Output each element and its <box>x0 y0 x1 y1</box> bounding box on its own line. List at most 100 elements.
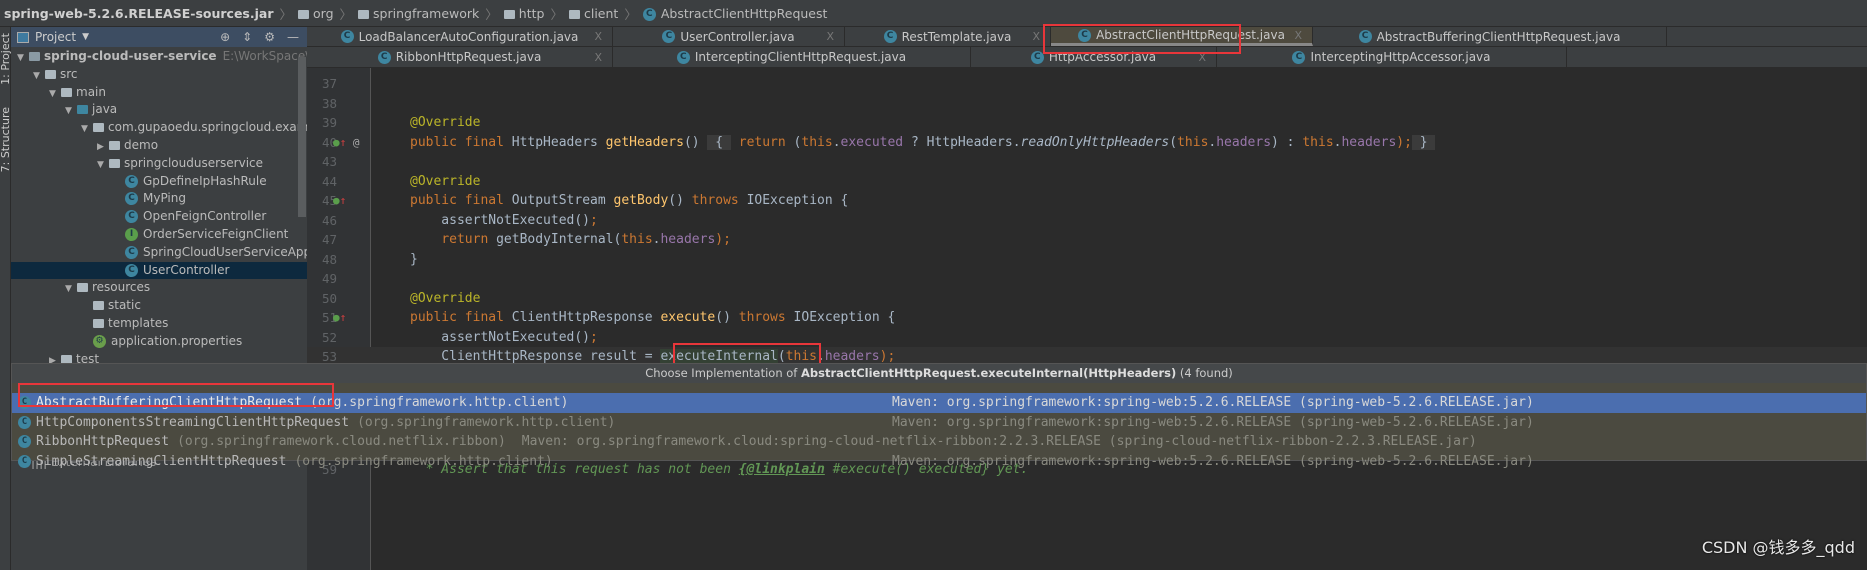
tree-item-templates[interactable]: templates <box>11 315 307 333</box>
tree-item-springclouduserservice[interactable]: ▼ springclouduserservice <box>11 155 307 173</box>
tool-window-strip: 1: Project 7: Structure <box>0 27 12 570</box>
code-line: 40 ●↑ @ public final HttpHeaders getHeader… <box>307 133 1867 153</box>
implementation-package: (org.springframework.cloud.netflix.ribbo… <box>177 434 506 449</box>
class-icon: C <box>662 30 676 43</box>
tree-item-openfeigncontroller[interactable]: C OpenFeignController <box>11 208 307 226</box>
tab-interceptingclienthttprequest[interactable]: C InterceptingClientHttpRequest.java <box>613 47 971 67</box>
locate-icon[interactable]: ⊕ <box>220 30 230 44</box>
tree-item-spring-cloud-user-service[interactable]: ▼ spring-cloud-user-service E:\WorkSpace\G… <box>11 48 374 66</box>
tree-item-com-gupaoedu-springcloud-example[interactable]: ▼ com.gupaoedu.springcloud.example <box>11 119 327 137</box>
code-token: ; <box>590 212 598 228</box>
close-icon[interactable]: X <box>1032 30 1040 43</box>
tree-item-application-properties[interactable]: ⚙ application.properties <box>11 333 307 351</box>
tree-item-label: demo <box>124 137 159 152</box>
tree-item-myping[interactable]: C MyPing <box>11 190 307 208</box>
implementation-library: Maven: org.springframework:spring-web:5.… <box>892 453 1534 469</box>
tree-item-src[interactable]: ▼ src <box>11 66 307 84</box>
tab-interceptinghttpaccessor[interactable]: C InterceptingHttpAccessor.java <box>1217 47 1567 67</box>
implementation-library: Maven: org.springframework:spring-web:5.… <box>892 414 1534 430</box>
tree-item-java[interactable]: ▼ java <box>11 101 307 119</box>
code-token: assertNotExecuted() <box>410 329 591 345</box>
tree-item-main[interactable]: ▼ main <box>11 84 307 102</box>
tab-ribbonhttprequest[interactable]: C RibbonHttpRequest.java X <box>307 47 613 67</box>
tree-item-springclouduserserviceapplication[interactable]: C SpringCloudUserServiceApplication <box>11 244 355 262</box>
close-icon[interactable]: X <box>594 30 602 43</box>
tree-item-demo[interactable]: ▶ demo <box>11 137 307 155</box>
package-icon <box>298 9 310 19</box>
tree-item-label: MyPing <box>143 191 186 206</box>
tree-item-gpdefineiphashrule[interactable]: C GpDefineIpHashRule <box>11 173 307 191</box>
code-token: ? HttpHeaders. <box>903 134 1021 150</box>
code-editor[interactable]: 37 38 39 @Override 40 ●↑ @ public final HttpHe… <box>307 68 1867 570</box>
tree-item-static[interactable]: static <box>11 297 307 315</box>
implementation-library: Maven: org.springframework.cloud:spring-… <box>521 434 1477 449</box>
package-icon <box>109 140 120 150</box>
project-view-icon <box>17 31 29 43</box>
code-text: @Override <box>410 172 480 192</box>
override-marker-icon[interactable]: ●↑ <box>333 191 346 211</box>
folder-icon <box>61 87 72 97</box>
collapse-all-icon[interactable]: ⇕ <box>242 30 252 44</box>
close-icon[interactable]: X <box>594 51 602 64</box>
code-token: IOException { <box>793 310 896 325</box>
implementation-item[interactable]: C AbstractBufferingClientHttpRequest (org.… <box>12 393 1866 413</box>
implementation-item[interactable]: C HttpComponentsStreamingClientHttpReques… <box>12 413 1866 433</box>
project-view-selector[interactable]: Project <box>35 30 76 44</box>
minimize-icon[interactable]: — <box>287 30 299 44</box>
tab-usercontroller[interactable]: C UserController.java X <box>613 27 845 46</box>
tree-item-label: main <box>76 84 106 99</box>
class-icon: C <box>18 454 31 468</box>
tree-item-usercontroller[interactable]: C UserController <box>11 261 307 280</box>
code-line: 51 ●↑ public final ClientHttpResponse exec… <box>307 308 1867 328</box>
tree-item-resources[interactable]: ▼ resources <box>11 279 307 297</box>
override-marker-icon[interactable]: ●↑ @ <box>333 133 360 153</box>
override-marker-icon[interactable]: ●↑ <box>333 308 346 328</box>
close-icon[interactable]: X <box>826 30 834 43</box>
tab-label: RestTemplate.java <box>901 29 1012 44</box>
interface-icon: I <box>125 227 138 241</box>
gear-icon[interactable]: ⚙ <box>264 30 275 44</box>
code-line: 47 return getBodyInternal(this.headers); <box>307 230 1867 250</box>
tab-loadbalancerautoconfiguration[interactable]: C LoadBalancerAutoConfiguration.java X <box>307 27 613 46</box>
code-token: headers <box>660 232 716 247</box>
popup-method: AbstractClientHttpRequest.executeInterna… <box>801 366 1177 380</box>
code-token: () <box>715 310 739 325</box>
class-icon: C <box>125 245 138 259</box>
tab-label: RibbonHttpRequest.java <box>395 50 542 64</box>
tree-item-label: templates <box>108 315 169 330</box>
popup-count: (4 found) <box>1179 366 1233 380</box>
code-token: @Override <box>410 173 481 189</box>
tree-item-label: UserController <box>143 262 230 277</box>
breadcrumb-class[interactable]: C AbstractClientHttpRequest <box>642 6 827 21</box>
tree-item-orderservicefeignclient[interactable]: I OrderServiceFeignClient <box>11 226 307 244</box>
tab-resttemplate[interactable]: C RestTemplate.java X <box>845 27 1051 46</box>
breadcrumb-springframework[interactable]: springframework <box>358 6 479 21</box>
tab-abstractbufferingclienthttprequest[interactable]: C AbstractBufferingClientHttpRequest.java <box>1313 27 1667 46</box>
popup-title: Choose Implementation of AbstractClientH… <box>12 364 1866 383</box>
close-icon[interactable]: X <box>1294 29 1302 42</box>
package-icon <box>109 158 120 168</box>
implementation-item[interactable]: C SimpleStreamingClientHttpRequest (org.sp… <box>12 452 1866 472</box>
breadcrumb-client[interactable]: client <box>568 6 618 21</box>
chevron-icon: 〉 <box>339 6 353 22</box>
code-text: return getBodyInternal(this.headers); <box>410 230 731 250</box>
implementation-library: Maven: org.springframework:spring-web:5.… <box>892 395 1534 410</box>
tab-httpaccessor[interactable]: C HttpAccessor.java X <box>971 47 1217 67</box>
tree-item-label: GpDefineIpHashRule <box>143 173 267 188</box>
code-token: readOnlyHttpHeaders <box>1020 134 1170 150</box>
breadcrumb-org[interactable]: org <box>298 6 334 21</box>
breadcrumb-http[interactable]: http <box>503 6 544 21</box>
tab-abstractclienthttprequest[interactable]: C AbstractClientHttpRequest.java X <box>1051 27 1313 46</box>
code-token: ClientHttpResponse <box>511 310 661 325</box>
class-icon: C <box>883 30 897 43</box>
implementation-package: (org.springframework.http.client) <box>357 414 616 430</box>
close-icon[interactable]: X <box>1198 51 1206 64</box>
scrollbar[interactable] <box>298 57 306 217</box>
code-token: . <box>817 349 825 364</box>
chevron-down-icon[interactable]: ▼ <box>82 32 89 42</box>
breadcrumb-jar[interactable]: spring-web-5.2.6.RELEASE-sources.jar <box>4 6 274 21</box>
project-tree: ▼ spring-cloud-user-service E:\WorkSpace\G… <box>11 47 374 368</box>
implementation-package: (org.springframework.http.client) <box>294 453 553 469</box>
implementation-name: AbstractBufferingClientHttpRequest <box>36 395 303 410</box>
implementation-item[interactable]: C RibbonHttpRequest (org.springframework.c… <box>12 432 1866 452</box>
